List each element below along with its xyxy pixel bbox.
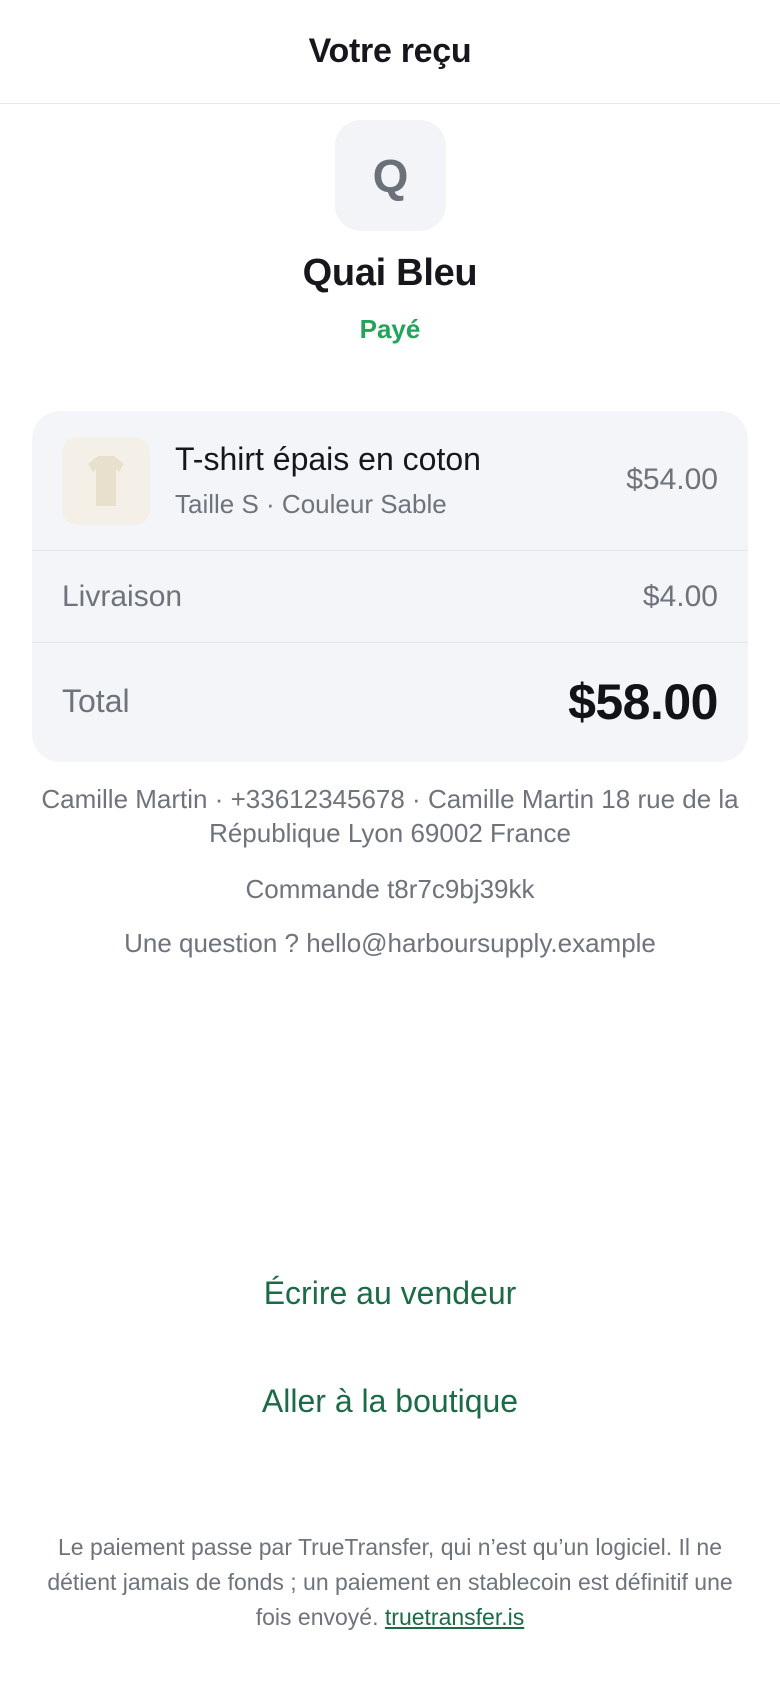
total-label: Total [62, 683, 130, 719]
product-thumbnail [62, 437, 150, 525]
total-price: $58.00 [568, 674, 718, 730]
page-title: Votre reçu [308, 32, 472, 70]
truetransfer-link[interactable]: truetransfer.is [385, 1604, 524, 1630]
line-item: T-shirt épais en coton Taille S · Couleu… [32, 411, 748, 551]
item-price: $54.00 [626, 463, 718, 496]
header: Votre reçu [0, 0, 780, 104]
shipping-price: $4.00 [642, 580, 718, 613]
receipt-card: T-shirt épais en coton Taille S · Couleu… [32, 411, 748, 762]
t-shirt-icon [88, 456, 124, 506]
shipping-row: Livraison $4.00 [32, 551, 748, 643]
payment-status: Payé [359, 314, 421, 344]
payment-disclaimer: Le paiement passe par TrueTransfer, qui … [40, 1530, 740, 1635]
order-number: Commande t8r7c9bj39kk [245, 874, 535, 904]
item-name: T-shirt épais en coton [175, 441, 481, 477]
write-to-seller-button[interactable]: Écrire au vendeur [0, 1275, 780, 1312]
shipping-label: Livraison [62, 580, 183, 613]
total-row: Total $58.00 [32, 643, 748, 762]
merchant-avatar: Q [335, 120, 446, 231]
merchant-name: Quai Bleu [302, 252, 478, 294]
customer-details: Camille Martin · +33612345678 · Camille … [41, 784, 739, 848]
go-to-shop-button[interactable]: Aller à la boutique [0, 1383, 780, 1420]
support-contact: Une question ? hello@harboursupply.examp… [124, 928, 656, 958]
merchant-initial: Q [372, 149, 409, 202]
item-variant: Taille S · Couleur Sable [175, 489, 447, 519]
